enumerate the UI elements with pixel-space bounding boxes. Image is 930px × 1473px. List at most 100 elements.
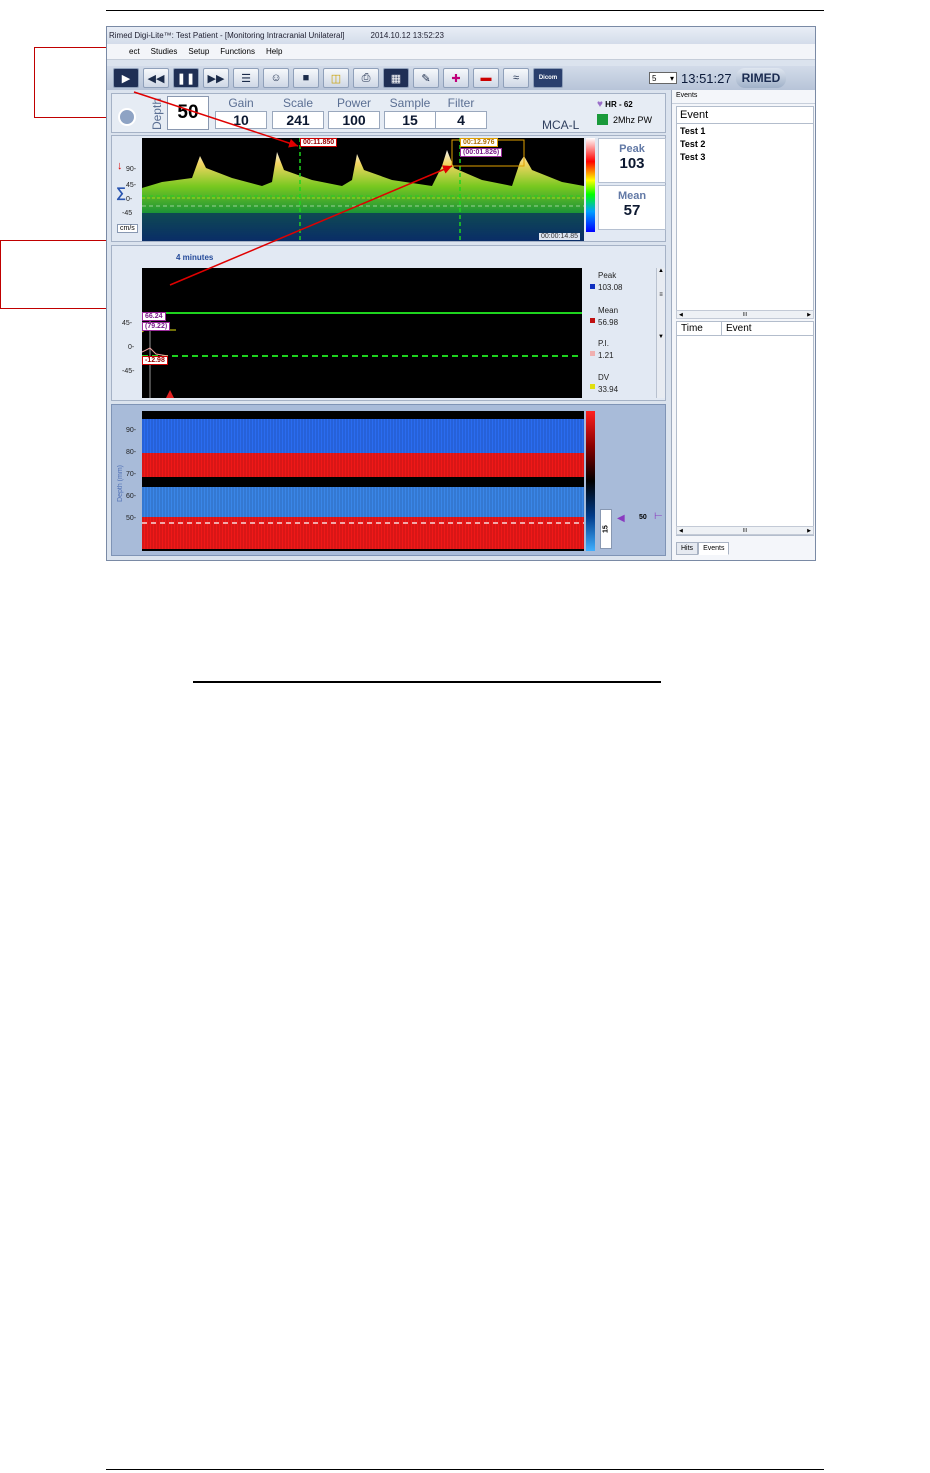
trend-ytick: 0-	[128, 344, 135, 351]
pane-tabs: Hits Events	[676, 542, 730, 555]
legend-peak-swatch	[590, 284, 595, 289]
spectrum-time: 00:00:14.85	[539, 233, 580, 240]
gain-label: Gain	[228, 96, 254, 110]
tab-hits[interactable]: Hits	[676, 542, 699, 555]
menu-studies[interactable]: Studies	[151, 47, 178, 56]
legend-dv-value: 33.94	[598, 385, 619, 394]
gate-value-box: 15	[600, 509, 612, 549]
event-item[interactable]: Test 2	[677, 137, 813, 150]
color-scale-bar	[586, 138, 595, 232]
filter-label: Filter	[447, 96, 475, 110]
spectrum-icon[interactable]: ≈	[503, 68, 529, 88]
interval-marker-bottom: (00:01.826)	[460, 148, 503, 157]
window-datetime: 2014.10.12 13:52:23	[370, 31, 444, 40]
legend-peak-value: 103.08	[598, 283, 623, 292]
legend-peak-label: Peak	[598, 271, 617, 280]
filter-control[interactable]: Filter 4	[435, 96, 487, 129]
depth-marker-tick-icon[interactable]: ⊢	[654, 511, 663, 522]
event-item[interactable]: Test 3	[677, 150, 813, 163]
tab-events[interactable]: Events	[698, 542, 730, 555]
app-window: Rimed Digi-Lite™: Test Patient - [Monito…	[106, 26, 816, 561]
depth-axis-label: Depth (mm)	[117, 465, 124, 502]
filter-value[interactable]: 4	[435, 111, 487, 129]
menu-patient[interactable]: ect	[129, 47, 140, 56]
main-toolbar: ▶ ◀◀ ❚❚ ▶▶ ☰ ☺ ■ ◫ ⎙ ▦ ✎ ✚ ▬ ≈ Dicom	[107, 66, 670, 90]
menu-help[interactable]: Help	[266, 47, 282, 56]
gain-control[interactable]: Gain 10	[215, 96, 267, 129]
power-label: Power	[336, 96, 371, 110]
power-value[interactable]: 100	[328, 111, 380, 129]
depth-ytick: 90-	[126, 427, 137, 434]
event-item[interactable]: Test 1	[677, 124, 813, 137]
event-table-hscroll[interactable]: ◀ III ▶	[676, 526, 814, 535]
probe-status-icon	[597, 114, 608, 125]
scale-value[interactable]: 241	[272, 111, 324, 129]
power-control[interactable]: Power 100	[328, 96, 380, 129]
trend-value-top: 66.24	[142, 312, 166, 321]
gate-arrow-left-icon: ◀	[617, 513, 625, 524]
rewind-icon[interactable]: ◀◀	[143, 68, 169, 88]
vessel-label: MCA-L	[542, 118, 580, 132]
legend-pi-label: P.I.	[598, 339, 609, 348]
print-icon[interactable]: ⎙	[353, 68, 379, 88]
spectrum-ytick: -45	[122, 210, 133, 217]
mean-label: Mean	[617, 190, 647, 202]
spectrum-ytick: 0-	[126, 196, 133, 203]
legend-dv-label: DV	[598, 373, 610, 382]
probe-mode-value: 2Mhz PW	[613, 114, 653, 125]
scale-control[interactable]: Scale 241	[272, 96, 324, 129]
trend-value-negative: -12.98	[142, 356, 168, 365]
trend-legend: Peak 103.08 Mean 56.98 P.I. 1.21 DV 33.9…	[590, 268, 654, 398]
mmode-icon[interactable]: ▬	[473, 68, 499, 88]
window-title: Rimed Digi-Lite™: Test Patient - [Monito…	[109, 31, 345, 40]
scroll-left-icon: ◀	[679, 311, 683, 318]
pause-icon[interactable]: ❚❚	[173, 68, 199, 88]
notes-icon[interactable]: ✎	[413, 68, 439, 88]
sample-control[interactable]: Sample 15	[384, 96, 436, 129]
grid-icon[interactable]: ▦	[383, 68, 409, 88]
sweep-speed-value: 5	[652, 73, 657, 83]
sweep-speed-select[interactable]: 5 ▾	[649, 72, 677, 84]
open-folder-icon[interactable]: ◫	[323, 68, 349, 88]
spectrum-ytick: 90-	[126, 166, 137, 173]
legend-mean-value: 56.98	[598, 318, 619, 327]
page-bottom-rule	[106, 1469, 824, 1470]
depth-value[interactable]: 50	[167, 96, 209, 130]
peak-label: Peak	[619, 143, 645, 155]
probe-icon[interactable]	[118, 108, 136, 126]
doppler-spectrum[interactable]: 00:11.850 00:12.976 (00:01.826) 00:00:14…	[142, 138, 584, 241]
dicom-button[interactable]: Dicom	[533, 68, 563, 88]
depth-ytick: 60-	[126, 493, 137, 500]
menu-setup[interactable]: Setup	[188, 47, 209, 56]
trend-graph[interactable]: 66.24 (79.22) -12.98	[142, 268, 582, 398]
scroll-right-icon: ▶	[807, 527, 811, 534]
heart-icon: ♥	[597, 99, 603, 110]
spectrum-waveform	[142, 138, 584, 241]
fast-forward-icon[interactable]: ▶▶	[203, 68, 229, 88]
mmode-display[interactable]	[142, 411, 584, 551]
table-col-time[interactable]: Time	[677, 322, 722, 335]
cursor-time-marker: 00:11.850	[300, 138, 338, 147]
mean-box: Mean 57	[598, 185, 666, 230]
heart-rate: ♥ HR - 62	[597, 99, 633, 110]
gain-value[interactable]: 10	[215, 111, 267, 129]
menu-bar: ect Studies Setup Functions Help	[107, 44, 815, 60]
mmode-bands	[142, 411, 584, 551]
report-icon[interactable]: ☰	[233, 68, 259, 88]
menu-functions[interactable]: Functions	[220, 47, 255, 56]
legend-mean-swatch	[590, 318, 595, 323]
trend-add-icon[interactable]: ✚	[443, 68, 469, 88]
patient-card-icon[interactable]: ☺	[263, 68, 289, 88]
trend-lines	[142, 312, 582, 398]
page-top-rule	[106, 10, 824, 11]
play-icon[interactable]: ▶	[113, 68, 139, 88]
trend-scrollbar[interactable]: ▲ ≡ ▼	[656, 268, 665, 398]
event-list-hscroll[interactable]: ◀ III ▶	[676, 310, 814, 319]
mmode-color-bar	[586, 411, 595, 551]
table-col-event[interactable]: Event	[722, 322, 813, 335]
sample-value[interactable]: 15	[384, 111, 436, 129]
depth-ytick: 80-	[126, 449, 137, 456]
sample-label: Sample	[389, 96, 431, 110]
save-icon[interactable]: ■	[293, 68, 319, 88]
rimed-logo: RIMED	[735, 68, 787, 88]
